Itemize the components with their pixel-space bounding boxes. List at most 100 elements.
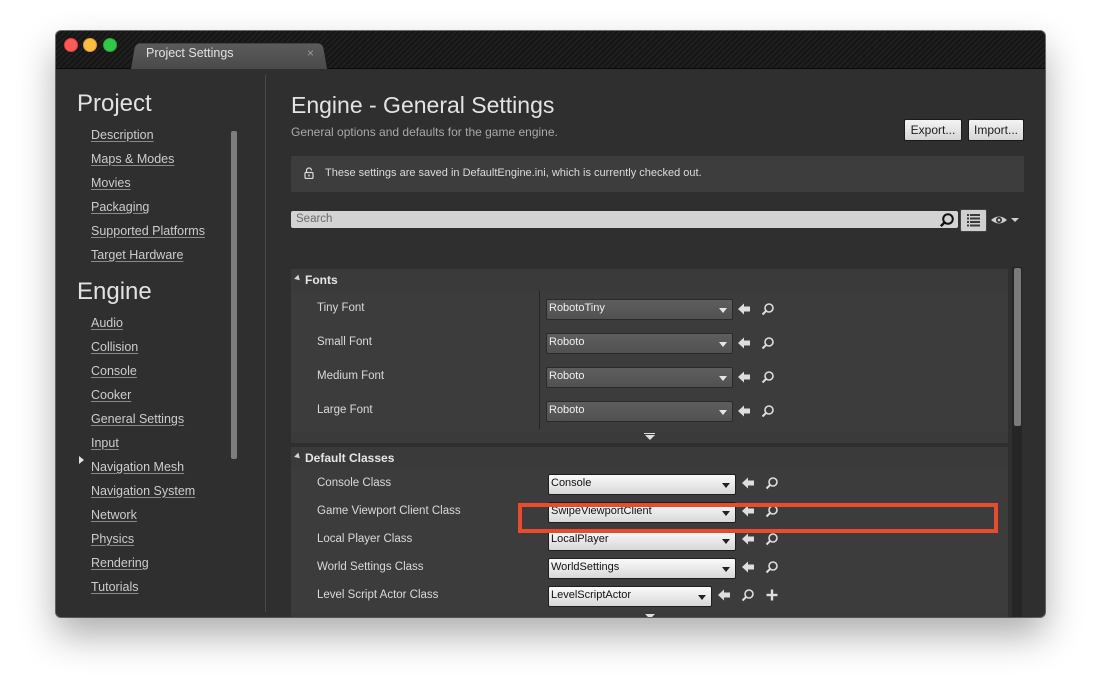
sidebar-item-tutorials[interactable]: Tutorials — [91, 580, 138, 594]
sidebar-item-audio[interactable]: Audio — [91, 316, 123, 330]
sidebar-item-maps-modes[interactable]: Maps & Modes — [91, 152, 174, 166]
browse-magnifier-icon[interactable] — [765, 560, 779, 574]
property-label: Console Class — [317, 477, 392, 489]
default-classes-category-header[interactable]: Default Classes — [291, 447, 1008, 469]
chevron-down-icon — [722, 511, 730, 516]
reset-arrow-left-icon[interactable] — [737, 336, 751, 350]
combo-value: Roboto — [549, 370, 585, 382]
combo-value: RobotoTiny — [549, 302, 605, 314]
view-options-eye-icon[interactable] — [989, 210, 1023, 230]
sidebar-item-physics[interactable]: Physics — [91, 532, 134, 546]
chevron-down-icon — [722, 539, 730, 544]
fonts-category-header[interactable]: Fonts — [291, 269, 1008, 291]
combo-value: SwipeViewportClient — [551, 505, 652, 517]
default-classes-category-title: Default Classes — [305, 451, 395, 465]
add-plus-icon[interactable] — [765, 588, 779, 602]
fonts-category-title: Fonts — [305, 273, 338, 287]
reset-arrow-left-icon[interactable] — [741, 532, 755, 546]
sidebar-item-rendering[interactable]: Rendering — [91, 556, 149, 570]
page-subtitle: General options and defaults for the gam… — [291, 125, 558, 139]
reset-arrow-left-icon[interactable] — [741, 476, 755, 490]
large-font-combo[interactable]: Roboto — [546, 401, 733, 422]
sidebar-item-navigation-mesh[interactable]: Navigation Mesh — [91, 460, 184, 474]
tab-close-icon[interactable]: × — [307, 46, 314, 60]
import-button[interactable]: Import... — [968, 119, 1024, 141]
browse-magnifier-icon[interactable] — [761, 302, 775, 316]
combo-value: LevelScriptActor — [551, 589, 632, 601]
reset-arrow-left-icon[interactable] — [717, 588, 731, 602]
sidebar-item-input[interactable]: Input — [91, 436, 119, 450]
sidebar-item-console[interactable]: Console — [91, 364, 137, 378]
zoom-window-button[interactable] — [103, 38, 117, 52]
reset-arrow-left-icon[interactable] — [737, 404, 751, 418]
sidebar-item-general-settings[interactable]: General Settings — [91, 412, 184, 426]
search-icon[interactable] — [939, 212, 955, 228]
sidebar-item-supported-platforms[interactable]: Supported Platforms — [91, 224, 205, 238]
chevron-down-icon — [719, 376, 727, 381]
fonts-group: Tiny Font RobotoTiny Small Font Roboto M — [291, 291, 1008, 433]
property-label: Local Player Class — [317, 533, 413, 545]
default-classes-advanced-expander[interactable] — [291, 612, 1008, 617]
close-window-button[interactable] — [64, 38, 78, 52]
browse-magnifier-icon[interactable] — [761, 370, 775, 384]
local-player-class-combo[interactable]: LocalPlayer — [548, 530, 736, 551]
property-row-game-viewport-client-class: Game Viewport Client Class SwipeViewport… — [291, 497, 1008, 525]
game-viewport-client-class-combo[interactable]: SwipeViewportClient — [548, 502, 736, 523]
sidebar-item-description[interactable]: Description — [91, 128, 154, 142]
sidebar-scrollbar[interactable] — [231, 131, 237, 459]
browse-magnifier-icon[interactable] — [761, 404, 775, 418]
minimize-window-button[interactable] — [83, 38, 97, 52]
medium-font-combo[interactable]: Roboto — [546, 367, 733, 388]
page-title: Engine - General Settings — [291, 92, 555, 118]
details-scrollbar-thumb[interactable] — [1014, 268, 1021, 426]
export-button[interactable]: Export... — [904, 119, 962, 141]
property-label: Medium Font — [317, 370, 385, 382]
expand-arrow-icon — [645, 614, 655, 617]
sidebar: Project Description Maps & Modes Movies … — [56, 69, 265, 617]
list-view-icon[interactable] — [960, 209, 987, 232]
project-settings-window: Project Settings × Project Description M… — [56, 31, 1045, 617]
sidebar-item-movies[interactable]: Movies — [91, 176, 131, 190]
chevron-down-icon — [719, 342, 727, 347]
small-font-combo[interactable]: Roboto — [546, 333, 733, 354]
tab-label: Project Settings — [146, 46, 234, 60]
property-row-large-font: Large Font Roboto — [291, 393, 1008, 427]
collapse-triangle-icon — [294, 274, 302, 283]
reset-arrow-left-icon[interactable] — [737, 370, 751, 384]
chevron-down-icon — [719, 410, 727, 415]
browse-magnifier-icon[interactable] — [741, 588, 755, 602]
reset-arrow-left-icon[interactable] — [737, 302, 751, 316]
unlocked-lock-icon — [304, 167, 314, 179]
browse-magnifier-icon[interactable] — [765, 476, 779, 490]
search-input[interactable]: Search — [291, 211, 958, 228]
browse-magnifier-icon[interactable] — [765, 504, 779, 518]
sidebar-item-target-hardware[interactable]: Target Hardware — [91, 248, 183, 262]
sidebar-item-packaging[interactable]: Packaging — [91, 200, 149, 214]
selected-caret-icon — [79, 456, 84, 464]
chevron-down-icon — [722, 567, 730, 572]
chevron-down-icon — [698, 595, 706, 600]
tiny-font-combo[interactable]: RobotoTiny — [546, 299, 733, 320]
reset-arrow-left-icon[interactable] — [741, 504, 755, 518]
browse-magnifier-icon[interactable] — [765, 532, 779, 546]
property-label: Tiny Font — [317, 302, 365, 314]
world-settings-class-combo[interactable]: WorldSettings — [548, 558, 736, 579]
combo-value: Roboto — [549, 404, 585, 416]
sidebar-item-cooker[interactable]: Cooker — [91, 388, 131, 402]
property-row-medium-font: Medium Font Roboto — [291, 359, 1008, 393]
property-row-console-class: Console Class Console — [291, 469, 1008, 497]
fonts-advanced-expander[interactable] — [291, 433, 1008, 443]
browse-magnifier-icon[interactable] — [761, 336, 775, 350]
sidebar-item-network[interactable]: Network — [91, 508, 137, 522]
property-label: Small Font — [317, 336, 372, 348]
console-class-combo[interactable]: Console — [548, 474, 736, 495]
sidebar-item-collision[interactable]: Collision — [91, 340, 138, 354]
checkout-notice: These settings are saved in DefaultEngin… — [291, 156, 1024, 192]
property-row-small-font: Small Font Roboto — [291, 325, 1008, 359]
expander-bar — [644, 433, 655, 434]
property-row-world-settings-class: World Settings Class WorldSettings — [291, 553, 1008, 581]
level-script-actor-class-combo[interactable]: LevelScriptActor — [548, 586, 712, 607]
reset-arrow-left-icon[interactable] — [741, 560, 755, 574]
sidebar-item-navigation-system[interactable]: Navigation System — [91, 484, 195, 498]
expand-arrow-icon — [645, 435, 655, 440]
